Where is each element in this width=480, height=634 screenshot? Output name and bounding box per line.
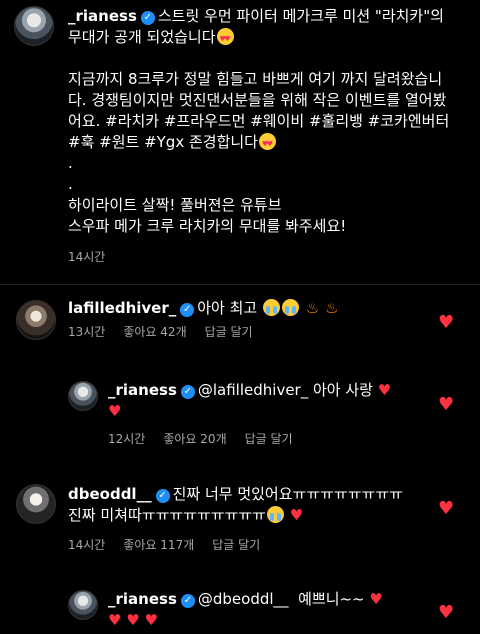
reply-button[interactable]: 답글 달기 [212,536,260,553]
reply-rianess-2: _rianess ✓ @dbeoddl__ 예쁘니~~ ♥ ♥ ♥ ♥ ♥ [0,588,480,634]
comment-meta: 14시간 좋아요 117개 답글 달기 [68,536,428,553]
crying-face-icon [266,506,284,523]
like-heart-icon[interactable]: ♥ [438,604,454,622]
reply-body: _rianess ✓ @lafilledhiver_ 아아 사랑 ♥ ♥ [108,380,428,422]
caption-paragraph-line2: 다. 경쟁팀이지만 멋진댄서분들을 위해 작은 이벤트를 열어봤 [68,91,447,109]
caption-dot2: . [68,175,73,193]
caption-dot1: . [68,154,73,172]
reply-like-count[interactable]: 좋아요 20개 [163,430,226,447]
reply-button[interactable]: 답글 달기 [245,430,293,447]
caption-line2: 무대가 공개 되었습니다 [68,28,216,46]
heart-eyes-emoji-icon [258,133,276,155]
heart-emoji-icon: ♥ [377,381,392,399]
like-heart-icon[interactable]: ♥ [438,396,454,414]
comment-dbeoddl: dbeoddl__ ✓ 진짜 너무 멋있어요ㅠㅠㅠㅠㅠㅠㅠㅠ 진짜 미쳐따ㅠㅠㅠㅠㅠ… [0,484,480,560]
reply-button[interactable]: 답글 달기 [205,323,253,340]
like-heart-icon[interactable]: ♥ [438,314,454,332]
caption-paragraph-line4: #훅 #원트 #Ygx 존경합니다 [68,132,463,155]
comment-body: dbeoddl__ ✓ 진짜 너무 멋있어요ㅠㅠㅠㅠㅠㅠㅠㅠ 진짜 미쳐따ㅠㅠㅠㅠㅠ… [68,484,428,526]
heart-emoji-icon: ♥ [144,611,158,629]
crying-face-icon [263,299,280,316]
verified-icon: ✓ [180,303,195,317]
reply-time: 12시간 [108,432,146,446]
reply-username[interactable]: _rianess [108,590,177,608]
comment-like-count[interactable]: 좋아요 42개 [123,323,186,340]
caption-paragraph-line1: 지금까지 8크루가 정말 힘들고 바쁘게 여기 까지 달려왔습니 [68,70,443,88]
comment-text-line1: 진짜 너무 멋있어요ㅠㅠㅠㅠㅠㅠㅠㅠ [172,485,403,503]
reply-text: 아아 사랑 [313,381,373,399]
caption-line1: 스트릿 우먼 파이터 메가크루 미션 "라치카"의 [157,7,444,25]
like-heart-icon[interactable]: ♥ [438,500,454,518]
verified-icon: ✓ [155,489,170,503]
heart-emoji-icon: ♥ [108,611,122,629]
post-caption: _rianess ✓ 스트릿 우먼 파이터 메가크루 미션 "라치카"의 무대가 공… [0,0,480,268]
caption-paragraph-line4-text: #훅 #원트 #Ygx 존경합니다 [68,133,258,151]
heart-eyes-emoji-icon [216,28,234,50]
comment-username[interactable]: dbeoddl__ [68,485,152,503]
post-time: 14시간 [68,250,106,264]
reply-text: 예쁘니~~ [298,590,365,608]
reply-body: _rianess ✓ @dbeoddl__ 예쁘니~~ ♥ ♥ ♥ ♥ [108,589,428,631]
heart-emoji-icon: ♥ [289,506,304,524]
comment-username[interactable]: lafilledhiver_ [68,299,176,317]
post-author-username[interactable]: _rianess [68,7,137,25]
comment-meta: 13시간 좋아요 42개 답글 달기 [68,323,428,340]
verified-icon: ✓ [180,594,195,608]
comment-text: 아아 최고 [197,299,258,317]
fire-icon: ♨ [305,299,320,317]
crying-face-icon [282,299,299,316]
heart-emoji-icon: ♥ [108,402,122,420]
caption-highlight-line1: 하이라이트 살짝! 풀버젼은 유튜브 [68,196,282,214]
caption-paragraph-line3: 어요. #라치카 #프라우드먼 #웨이비 #훌리뱅 #코카엔버터 [68,112,450,130]
reply-avatar[interactable] [68,381,98,411]
reply-username[interactable]: _rianess [108,381,177,399]
caption-first-line: _rianess ✓ 스트릿 우먼 파이터 메가크루 미션 "라치카"의 [68,6,463,27]
heart-emoji-icon: ♥ [369,590,383,608]
comment-time: 13시간 [68,325,106,339]
verified-icon: ✓ [140,11,155,25]
caption-paragraph: 지금까지 8크루가 정말 힘들고 바쁘게 여기 까지 달려왔습니 다. 경쟁팀이… [68,69,463,237]
reply-meta: 12시간 좋아요 20개 답글 달기 [108,430,428,447]
post-author-avatar[interactable] [14,6,54,46]
comment-text-line2: 진짜 미쳐따ㅠㅠㅠㅠㅠㅠㅠㅠㅠ [68,506,266,524]
section-divider [0,284,480,285]
caption-second-line: 무대가 공개 되었습니다 [68,27,463,50]
heart-emoji-icon: ♥ [126,611,140,629]
comment-body: lafilledhiver_ ✓ 아아 최고 ♨ ♨ [68,298,428,319]
mention-link[interactable]: @lafilledhiver_ [198,381,308,399]
comment-avatar[interactable] [16,300,56,340]
reply-avatar[interactable] [68,590,98,620]
mention-link[interactable]: @dbeoddl__ [198,590,289,608]
fire-icon: ♨ [325,299,339,317]
comment-time: 14시간 [68,538,106,552]
verified-icon: ✓ [180,385,195,399]
reply-rianess-1: _rianess ✓ @lafilledhiver_ 아아 사랑 ♥ ♥ 12시간 좋… [0,378,480,452]
comment-avatar[interactable] [16,484,56,524]
comment-lafilledhiver: lafilledhiver_ ✓ 아아 최고 ♨ ♨ 13시간 좋아요 42개 답글 달… [0,296,480,356]
caption-highlight-line2: 스우파 메가 크루 라치카의 무대를 봐주세요! [68,217,347,235]
comment-like-count[interactable]: 좋아요 117개 [123,536,194,553]
